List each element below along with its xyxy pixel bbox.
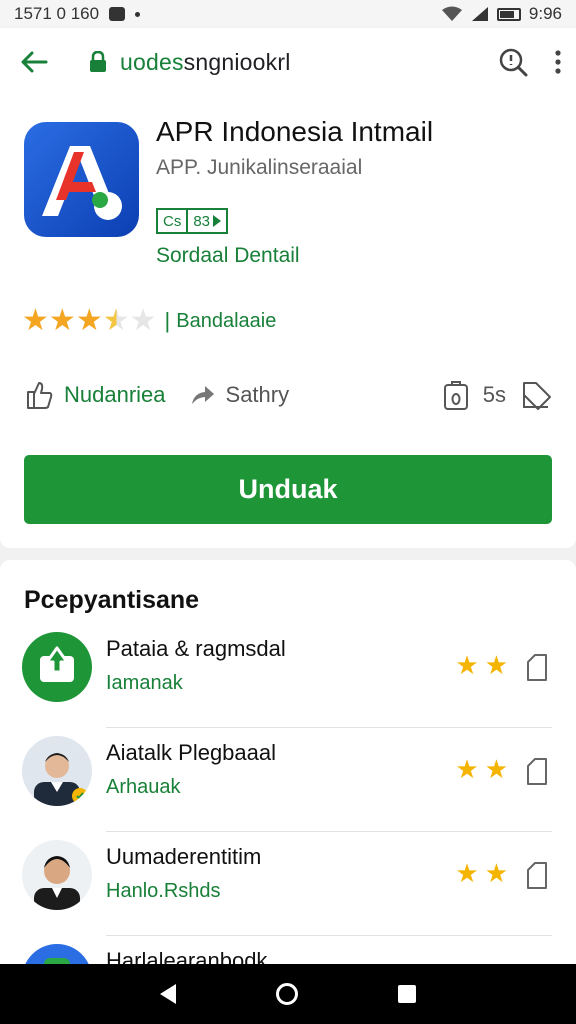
app-title: APR Indonesia Intmail	[156, 116, 434, 147]
person-avatar	[22, 736, 92, 806]
list-item-stars: ★ ★	[455, 652, 508, 678]
star-icon: ★	[484, 650, 508, 680]
more-options-icon[interactable]	[554, 49, 562, 75]
app-subtitle: APP. Junikalinseraaial	[156, 156, 363, 179]
meta-share[interactable]: Sathry	[190, 382, 290, 408]
nav-home-icon[interactable]	[276, 983, 298, 1005]
back-button[interactable]	[14, 42, 54, 82]
url-host: sngniookrl	[183, 48, 291, 75]
address-bar[interactable]: uodessngniookrl	[120, 49, 291, 76]
browser-toolbar: uodessngniookrl	[0, 28, 576, 96]
app-logo-icon[interactable]	[24, 122, 139, 237]
navigation-bar	[0, 964, 576, 1024]
wifi-icon	[441, 6, 462, 21]
meta-3-label: 5s	[482, 382, 506, 407]
star-icon: ★	[102, 304, 130, 337]
download-app-icon	[22, 632, 92, 702]
arrow-left-icon	[21, 51, 48, 73]
rating-label[interactable]: Bandalaaie	[176, 310, 276, 333]
badge-age: 83	[188, 208, 229, 234]
list-item[interactable]: Aiatalk Plegbaaal Arhauak ★ ★	[22, 728, 552, 832]
list-item-stars: ★ ★	[455, 860, 508, 886]
forward-arrow-icon	[191, 386, 214, 404]
rating-separator: |	[164, 308, 171, 333]
meta-row: Nudanriea Sathry 5s	[24, 378, 552, 412]
star-icon: ★	[484, 858, 508, 888]
list-item[interactable]: Uumaderentitim Hanlo.Rshds ★ ★	[22, 832, 552, 936]
dot-icon	[135, 11, 141, 17]
battery-icon	[496, 7, 521, 21]
search-icon[interactable]	[498, 47, 528, 77]
notification-icon	[109, 7, 126, 21]
bookmark-tag-icon[interactable]	[520, 379, 552, 411]
star-icon: ★	[455, 858, 479, 888]
lock-icon	[88, 51, 108, 73]
status-bar: 1571 0 160 9:96	[0, 0, 576, 28]
badge-rating: Cs	[156, 208, 189, 234]
badge-age-label: 83	[193, 212, 211, 230]
star-icon: ★	[75, 304, 103, 337]
developer-link[interactable]: Sordaal Dentail	[156, 244, 300, 268]
rating-row: ★ ★ ★ ★ ★ | Bandalaaie	[22, 306, 276, 336]
play-icon	[213, 215, 222, 227]
bookmark-icon[interactable]	[522, 756, 552, 786]
list-item-title: Aiatalk Plegbaaal	[106, 740, 277, 765]
list-item-title: Pataia & ragmsdal	[106, 636, 286, 661]
list-item-subtitle: Iamanak	[106, 672, 183, 694]
status-left-text: 1571 0 160	[14, 4, 100, 23]
similar-apps-card: Pcepyantisane Pataia & ragmsdal Iamanak …	[0, 560, 576, 1014]
url-prefix: uodes	[120, 48, 184, 75]
section-title: Pcepyantisane	[24, 586, 200, 614]
nav-recents-icon[interactable]	[398, 985, 416, 1003]
list-item-stars: ★ ★	[455, 756, 508, 782]
person-avatar	[22, 840, 92, 910]
star-icon: ★	[484, 754, 508, 784]
meta-1-label: Nudanriea	[64, 382, 166, 407]
bookmark-icon[interactable]	[522, 652, 552, 682]
meta-2-label: Sathry	[225, 382, 290, 407]
bookmark-icon[interactable]	[522, 860, 552, 890]
app-details-card: APR Indonesia Intmail APP. Junikalinsera…	[0, 96, 576, 548]
list-item-subtitle: Hanlo.Rshds	[106, 880, 221, 902]
install-button[interactable]: Unduak	[24, 455, 552, 524]
list-item[interactable]: Pataia & ragmsdal Iamanak ★ ★	[22, 624, 552, 728]
share-icon	[27, 382, 53, 409]
star-icon: ★	[455, 650, 479, 680]
star-icon: ★	[22, 304, 49, 337]
star-icon: ★	[48, 304, 76, 337]
size-icon	[443, 381, 468, 410]
signal-icon	[471, 7, 488, 21]
meta-downloads[interactable]: Nudanriea	[24, 380, 166, 410]
star-icon: ★	[455, 754, 479, 784]
list-item-title: Uumaderentitim	[106, 844, 262, 869]
status-time: 9:96	[528, 4, 562, 23]
list-item-subtitle: Arhauak	[106, 776, 181, 798]
nav-back-icon[interactable]	[160, 984, 176, 1004]
content-rating-badges: Cs 83	[156, 208, 229, 234]
rating-stars: ★ ★ ★ ★ ★	[22, 306, 157, 336]
star-icon: ★	[129, 304, 157, 337]
